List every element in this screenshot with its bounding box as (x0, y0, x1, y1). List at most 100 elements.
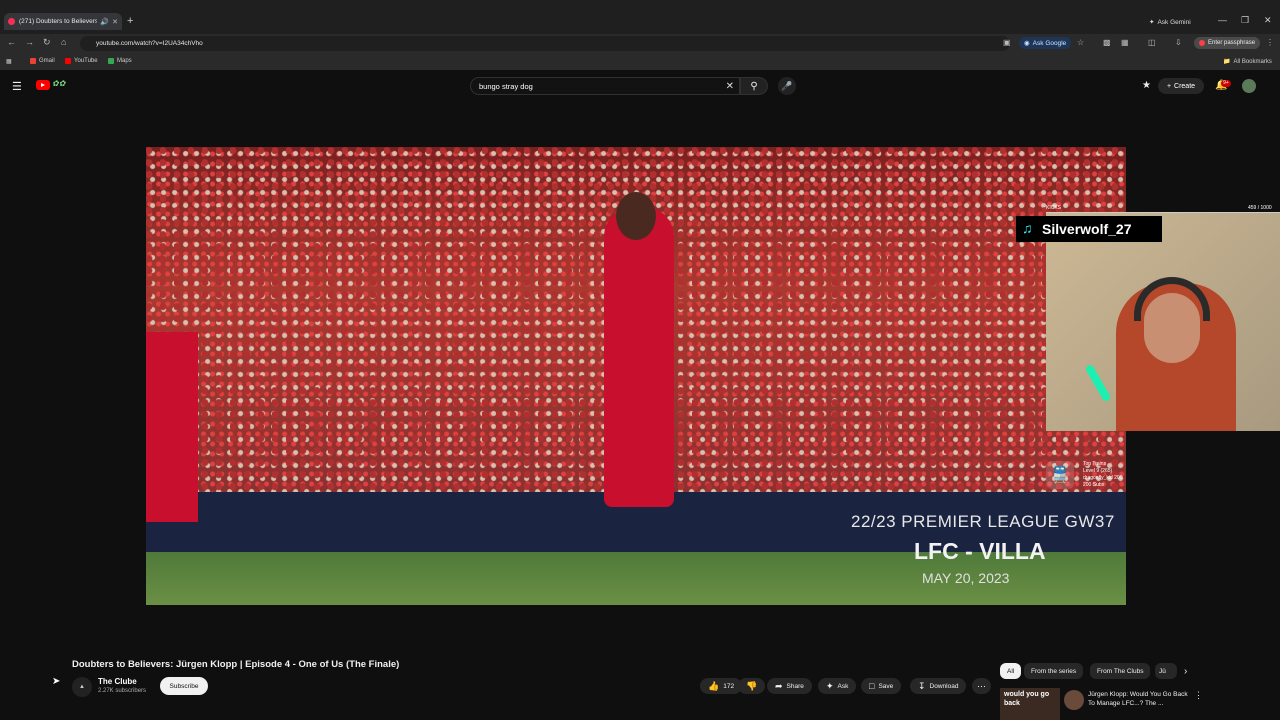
voice-search-button[interactable]: 🎤 (778, 77, 796, 95)
browser-menu-icon[interactable]: ⋮ (1266, 38, 1274, 47)
video-player-figure-left (146, 332, 198, 522)
share-label: Share (786, 682, 804, 690)
search-icon: ⚲ (750, 80, 758, 92)
youtube-icon (65, 58, 71, 64)
maps-pin-icon (108, 58, 114, 64)
reload-icon[interactable]: ↻ (43, 37, 51, 48)
chip-from-the-clubs[interactable]: From The Clubs (1090, 663, 1151, 679)
youtube-doodle-logo[interactable]: ✿✿ (52, 79, 82, 92)
download-button[interactable]: ↧ Download (910, 678, 967, 694)
create-button[interactable]: + Create (1158, 78, 1204, 94)
more-horizontal-icon: ⋯ (977, 680, 986, 691)
video-player[interactable]: 22/23 PREMIER LEAGUE GW37 LFC - VILLA MA… (146, 147, 1126, 605)
gmail-icon (30, 58, 36, 64)
video-player-figure (604, 207, 674, 507)
notifications-badge: 9+ (1221, 80, 1231, 87)
puzzle-icon[interactable]: ▦ (1121, 38, 1129, 47)
tab-title: (271) Doubters to Believers: (19, 18, 98, 25)
video-title: Doubters to Believers: Jürgen Klopp | Ep… (72, 659, 400, 670)
back-arrow-icon[interactable]: ← (7, 37, 16, 47)
recommended-more-icon[interactable]: ⋮ (1194, 690, 1203, 701)
tiktok-username-tag: ♫ Silverwolf_27 (1016, 216, 1162, 242)
ask-google-label: Ask Google (1032, 39, 1067, 47)
all-bookmarks-label: All Bookmarks (1233, 58, 1272, 65)
share-button[interactable]: ➦ Share (767, 678, 812, 694)
youtube-logo[interactable] (36, 80, 50, 90)
youtube-favicon-icon (8, 18, 15, 25)
premium-icon[interactable]: ★ (1142, 80, 1151, 91)
chip-from-series[interactable]: From the series (1024, 663, 1084, 679)
ask-gemini-button[interactable]: ✦ Ask Gemini (1149, 16, 1191, 28)
sparkle-icon: ✦ (826, 680, 834, 691)
profile-dot-icon (1199, 40, 1205, 46)
install-icon[interactable]: ▣ (1003, 38, 1011, 47)
forward-arrow-icon[interactable]: → (25, 37, 34, 47)
top-trains-widget: 🚆 Top Trains Level 9 (265) dragonfly_kid… (1046, 459, 1146, 491)
home-icon[interactable]: ⌂ (61, 37, 66, 47)
clear-search-icon[interactable]: ✕ (726, 81, 734, 92)
search-button[interactable]: ⚲ (740, 77, 768, 95)
search-value: bungo stray dog (479, 81, 533, 91)
streamer-headset (1134, 277, 1210, 321)
apps-grid-icon[interactable]: ▦ (6, 58, 12, 65)
streamer-mic-light (1084, 363, 1112, 403)
all-bookmarks[interactable]: 📁 All Bookmarks (1223, 58, 1272, 66)
enter-passphrase-button[interactable]: Enter passphrase (1194, 37, 1261, 49)
bookmark-youtube[interactable]: YouTube (65, 58, 98, 64)
tab-close-icon[interactable]: ✕ (112, 18, 118, 26)
bookmarks-bar: ▦ Gmail YouTube Maps 📁 All Bookmarks (0, 53, 1280, 70)
recommended-thumbnail: would you go back (1000, 688, 1060, 720)
create-label: Create (1174, 82, 1196, 90)
ask-gemini-label: Ask Gemini (1157, 18, 1191, 26)
download-icon: ↧ (918, 680, 926, 691)
downloads-icon[interactable]: ⇩ (1175, 38, 1182, 47)
save-button[interactable]: □ Save (861, 678, 902, 694)
address-bar[interactable]: youtube.com/watch?v=I2UA34chVho (80, 36, 1010, 51)
dislike-button[interactable]: 👎 (738, 678, 766, 694)
hamburger-menu-icon[interactable]: ☰ (12, 80, 22, 93)
plus-icon: + (1166, 82, 1172, 90)
chip-truncated[interactable]: Jü (1155, 663, 1177, 679)
recommended-title: Jürgen Klopp: Would You Go Back To Manag… (1088, 691, 1188, 707)
new-tab-button[interactable]: + (127, 15, 133, 27)
ask-google-button[interactable]: ◉ Ask Google (1019, 37, 1072, 49)
chip-all[interactable]: All (1000, 663, 1022, 679)
account-avatar[interactable] (1242, 79, 1256, 93)
passphrase-label: Enter passphrase (1208, 40, 1256, 46)
extension-icon[interactable]: ▩ (1103, 38, 1111, 47)
channel-avatar[interactable]: ▲ (72, 677, 92, 697)
video-player-head (616, 192, 656, 240)
video-overlay-date: MAY 20, 2023 (922, 570, 1010, 586)
ask-button[interactable]: ✦ Ask (818, 678, 857, 694)
subscribe-button[interactable]: Subscribe (160, 677, 208, 695)
trains-line: 200 Subs (1083, 482, 1105, 488)
chip-next-arrow-icon[interactable]: › (1184, 666, 1187, 677)
browser-tab-strip (0, 0, 1280, 34)
bookmark-maps[interactable]: Maps (108, 58, 132, 64)
kicks-label: KICKS (1046, 205, 1062, 211)
more-actions-button[interactable]: ⋯ (972, 678, 991, 694)
url-text: youtube.com/watch?v=I2UA34chVho (96, 40, 203, 47)
trains-line: Level 9 (265) (1083, 468, 1113, 474)
speaker-icon[interactable]: 🔊 (100, 18, 109, 26)
microphone-icon: 🎤 (781, 80, 793, 91)
like-button[interactable]: 👍 172 (700, 678, 743, 694)
browser-tab[interactable]: (271) Doubters to Believers: 🔊 ✕ (4, 13, 122, 30)
streamer-webcam (1046, 213, 1280, 431)
ask-label: Ask (837, 682, 849, 690)
bookmark-gmail[interactable]: Gmail (30, 58, 55, 64)
minimize-window-icon[interactable]: — (1218, 15, 1227, 25)
channel-name[interactable]: The Clube (98, 677, 137, 686)
bookmark-star-icon[interactable]: ☆ (1077, 38, 1084, 47)
split-view-icon[interactable]: ◫ (1148, 38, 1156, 47)
video-overlay-gameweek: 22/23 PREMIER LEAGUE GW37 (851, 512, 1115, 531)
bookmark-label: YouTube (74, 58, 98, 64)
trains-line: dragonfly_kid 200 (1083, 475, 1123, 481)
restore-window-icon[interactable]: ❐ (1241, 15, 1249, 26)
folder-icon: 📁 (1223, 59, 1231, 65)
video-overlay-match: LFC - VILLA (914, 538, 1046, 564)
close-window-icon[interactable]: ✕ (1264, 15, 1272, 26)
recommended-video[interactable]: would you go back Jürgen Klopp: Would Yo… (1000, 688, 1280, 720)
search-input[interactable]: bungo stray dog ✕ (470, 77, 740, 95)
google-lens-icon: ◉ (1024, 40, 1030, 47)
